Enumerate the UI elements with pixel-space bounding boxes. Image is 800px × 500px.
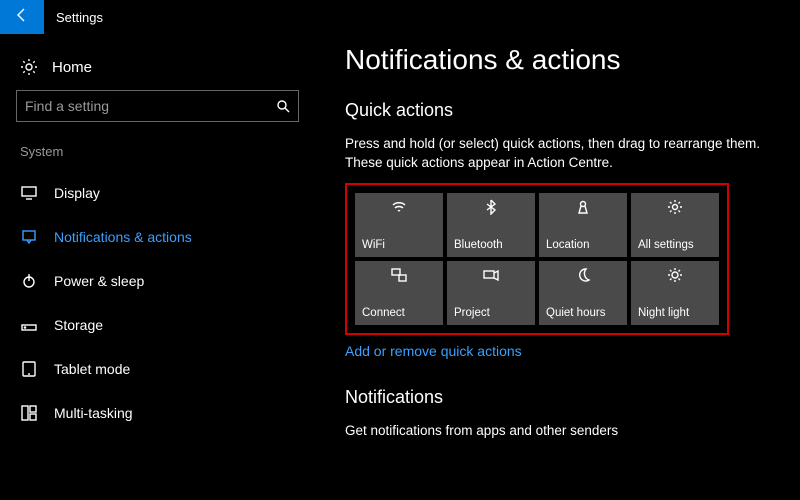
notifications-desc: Get notifications from apps and other se… (345, 422, 770, 441)
sidebar-item-display[interactable]: Display (0, 171, 315, 215)
quick-actions-highlight: WiFi Bluetooth Location (345, 183, 729, 335)
search-icon (276, 99, 290, 113)
sidebar-item-label: Multi-tasking (54, 405, 133, 421)
sidebar-item-power[interactable]: Power & sleep (0, 259, 315, 303)
notifications-heading: Notifications (345, 387, 770, 408)
tile-wifi[interactable]: WiFi (355, 193, 443, 257)
sidebar-item-multitasking[interactable]: Multi-tasking (0, 391, 315, 435)
sidebar-item-notifications[interactable]: Notifications & actions (0, 215, 315, 259)
tile-label: Bluetooth (454, 239, 528, 251)
project-icon (454, 267, 528, 283)
content: Notifications & actions Quick actions Pr… (315, 34, 800, 500)
sidebar-item-label: Notifications & actions (54, 229, 192, 245)
sidebar-section-label: System (0, 144, 315, 171)
tile-label: WiFi (362, 239, 436, 251)
sidebar-item-label: Storage (54, 317, 103, 333)
add-remove-link[interactable]: Add or remove quick actions (345, 343, 522, 359)
tile-label: Quiet hours (546, 307, 620, 319)
display-icon (20, 184, 38, 202)
bluetooth-icon (454, 199, 528, 215)
power-icon (20, 272, 38, 290)
page-title: Notifications & actions (345, 44, 770, 76)
tile-night-light[interactable]: Night light (631, 261, 719, 325)
tile-quiet-hours[interactable]: Quiet hours (539, 261, 627, 325)
sidebar-nav: Display Notifications & actions Power & … (0, 171, 315, 435)
tile-location[interactable]: Location (539, 193, 627, 257)
night-light-icon (638, 267, 712, 283)
home-button[interactable]: Home (0, 52, 315, 90)
tablet-icon (20, 360, 38, 378)
search-input[interactable] (25, 98, 276, 114)
gear-icon (20, 58, 38, 76)
tile-label: Connect (362, 307, 436, 319)
quick-actions-heading: Quick actions (345, 100, 770, 121)
moon-icon (546, 267, 620, 283)
arrow-left-icon (14, 7, 30, 28)
search-input-wrap[interactable] (16, 90, 299, 122)
tile-bluetooth[interactable]: Bluetooth (447, 193, 535, 257)
quick-actions-desc: Press and hold (or select) quick actions… (345, 135, 770, 173)
sidebar-item-label: Tablet mode (54, 361, 130, 377)
sidebar-item-tablet[interactable]: Tablet mode (0, 347, 315, 391)
back-button[interactable] (0, 0, 44, 34)
sidebar-item-storage[interactable]: Storage (0, 303, 315, 347)
tile-label: Location (546, 239, 620, 251)
tile-all-settings[interactable]: All settings (631, 193, 719, 257)
storage-icon (20, 316, 38, 334)
sidebar: Home System Display Notifi (0, 34, 315, 500)
wifi-icon (362, 199, 436, 215)
tile-label: All settings (638, 239, 712, 251)
home-label: Home (52, 59, 92, 76)
tile-label: Night light (638, 307, 712, 319)
sidebar-item-label: Display (54, 185, 100, 201)
tile-connect[interactable]: Connect (355, 261, 443, 325)
settings-icon (638, 199, 712, 215)
tile-project[interactable]: Project (447, 261, 535, 325)
quick-actions-grid: WiFi Bluetooth Location (355, 193, 719, 325)
tile-label: Project (454, 307, 528, 319)
connect-icon (362, 267, 436, 283)
titlebar: Settings (0, 0, 800, 34)
sidebar-item-label: Power & sleep (54, 273, 144, 289)
notifications-icon (20, 228, 38, 246)
location-icon (546, 199, 620, 215)
multitasking-icon (20, 404, 38, 422)
window-title: Settings (56, 10, 103, 25)
